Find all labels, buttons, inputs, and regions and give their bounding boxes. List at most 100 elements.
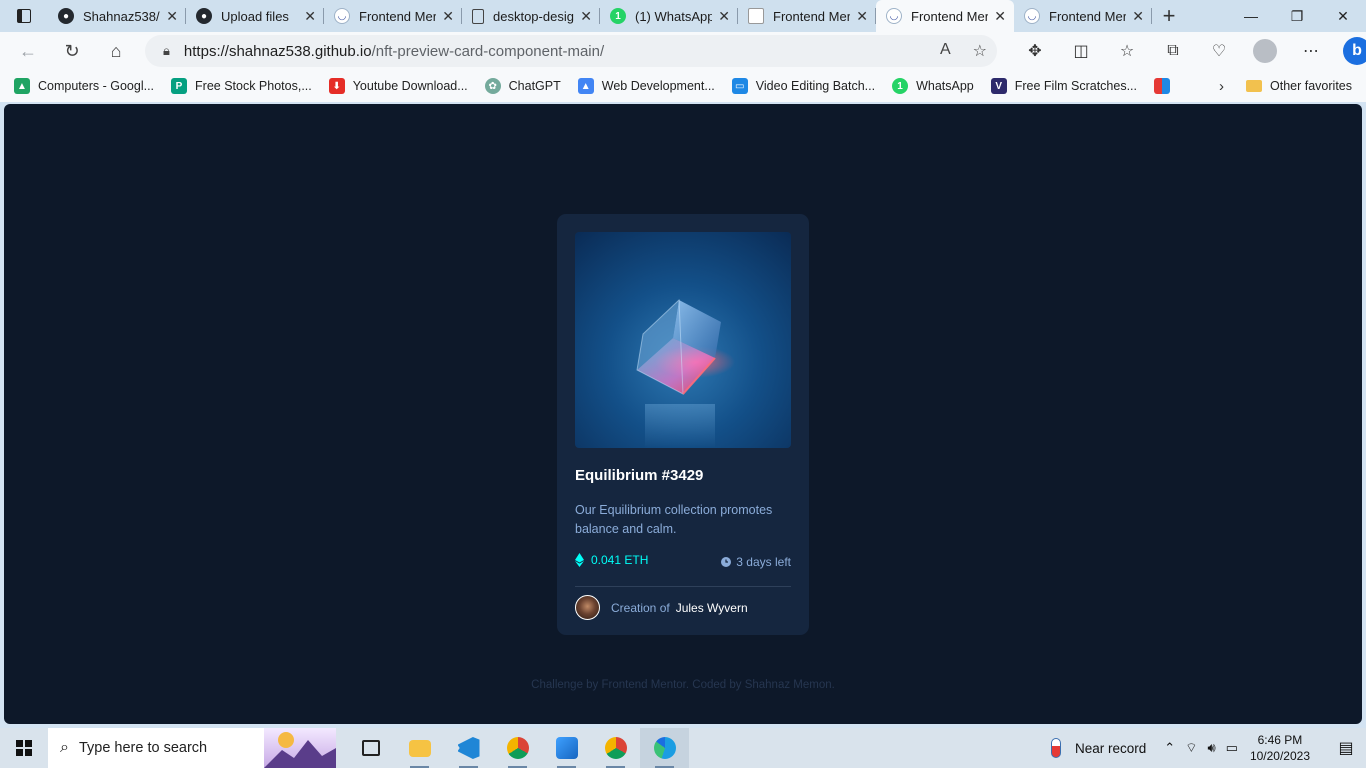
edge-button[interactable]: [640, 728, 689, 768]
back-button[interactable]: ←: [6, 32, 50, 70]
vscode-icon: [457, 737, 480, 759]
bookmark-label: Video Editing Batch...: [755, 79, 876, 93]
close-icon[interactable]: ✕: [442, 8, 454, 25]
bookmark-item[interactable]: ▲ Computers - Googl...: [14, 78, 154, 94]
taskbar-clock[interactable]: 6:46 PM 10/20/2023: [1250, 732, 1310, 764]
browser-tab[interactable]: desktop-desig ✕: [462, 0, 600, 32]
github-icon: ●: [196, 8, 212, 24]
chrome-profile-button[interactable]: [493, 728, 542, 768]
browser-tab[interactable]: ◡ Frontend Mer ✕: [1014, 0, 1152, 32]
apps-icon: [1154, 78, 1170, 94]
lock-icon[interactable]: 🔒︎: [163, 43, 170, 59]
browser-tab[interactable]: Frontend Mer ✕: [738, 0, 876, 32]
creator-avatar: [575, 595, 600, 620]
browser-tab[interactable]: 1 (1) WhatsApp ✕: [600, 0, 738, 32]
close-icon[interactable]: ✕: [580, 8, 592, 25]
restore-button[interactable]: ❐: [1274, 0, 1320, 32]
bookmark-item[interactable]: 1 WhatsApp: [892, 78, 974, 94]
collections-icon[interactable]: ⧉: [1150, 32, 1196, 70]
notifications-button[interactable]: ▤: [1326, 728, 1366, 768]
minimize-button[interactable]: —: [1228, 0, 1274, 32]
browser-tab[interactable]: ● Shahnaz538/n ✕: [48, 0, 186, 32]
search-placeholder: Type here to search: [78, 740, 208, 756]
bookmark-label: Web Development...: [601, 79, 715, 93]
browser-tab[interactable]: ● Upload files ✕: [186, 0, 324, 32]
creator-name-link[interactable]: Jules Wyvern: [676, 601, 748, 615]
refresh-button[interactable]: ↻: [50, 32, 94, 70]
tab-title: Upload files: [221, 8, 289, 24]
chevron-right-icon[interactable]: ›: [1219, 78, 1224, 95]
task-view-icon: [361, 740, 380, 756]
home-button[interactable]: ⌂: [94, 32, 138, 70]
nft-title[interactable]: Equilibrium #3429: [575, 467, 791, 484]
bookmark-item[interactable]: ✿ ChatGPT: [484, 78, 561, 94]
close-icon[interactable]: ✕: [718, 8, 730, 25]
paint-app-button[interactable]: [542, 728, 591, 768]
tab-title: Frontend Mer: [359, 8, 437, 24]
tab-actions-button[interactable]: [0, 0, 48, 32]
system-tray: Near record ⌃ ⌔ 🔊︎ ▭ 6:46 PM 10/20/2023 …: [1051, 728, 1366, 768]
bookmark-item[interactable]: V Free Film Scratches...: [990, 78, 1137, 94]
download-icon: ⬇: [328, 78, 345, 94]
read-aloud-icon[interactable]: A: [940, 41, 951, 61]
bookmark-item[interactable]: ▲ Web Development...: [577, 78, 715, 94]
tray-icons: ⌃ ⌔ 🔊︎ ▭: [1164, 740, 1238, 756]
nft-time-left: 3 days left: [721, 555, 791, 569]
bookmark-item[interactable]: [1154, 78, 1178, 94]
close-icon[interactable]: ✕: [304, 8, 316, 25]
taskbar-search-box[interactable]: ⌕ Type here to search: [48, 728, 336, 768]
image-icon: [748, 8, 764, 24]
github-icon: ●: [58, 8, 74, 24]
favorite-star-icon[interactable]: ☆: [973, 41, 987, 61]
nft-stats: 0.041 ETH 3 days left: [575, 551, 791, 569]
thermometer-icon: [1051, 738, 1062, 758]
other-favorites-label[interactable]: Other favorites: [1270, 79, 1352, 93]
edge-icon: [653, 737, 676, 759]
battery-icon[interactable]: ▭: [1226, 740, 1238, 756]
tab-strip: ● Shahnaz538/n ✕ ● Upload files ✕ ◡ Fron…: [0, 0, 1366, 32]
browser-essentials-icon[interactable]: ♡: [1196, 32, 1242, 70]
nft-image[interactable]: [575, 232, 791, 448]
new-tab-button[interactable]: +: [1152, 0, 1186, 32]
tab-title: desktop-desig: [493, 8, 574, 24]
more-menu-icon[interactable]: ⋯: [1288, 32, 1334, 70]
folder-icon: [408, 739, 431, 757]
close-icon[interactable]: ✕: [166, 8, 178, 25]
frontend-mentor-icon: ◡: [1024, 8, 1040, 24]
chevron-up-icon[interactable]: ⌃: [1164, 740, 1175, 756]
bookmark-item[interactable]: ▭ Video Editing Batch...: [731, 78, 876, 94]
browser-tab[interactable]: ◡ Frontend Mer ✕: [324, 0, 462, 32]
home-icon: ⌂: [110, 40, 122, 61]
tab-title: Shahnaz538/n: [83, 8, 161, 24]
bookmark-label: Free Stock Photos,...: [195, 79, 312, 93]
bing-copilot-button[interactable]: b: [1334, 32, 1366, 70]
network-icon[interactable]: ⌔: [1185, 740, 1197, 756]
bookmark-item[interactable]: P Free Stock Photos,...: [171, 78, 312, 94]
tab-title: Frontend Mer: [911, 8, 989, 24]
chrome-button[interactable]: [591, 728, 640, 768]
close-icon[interactable]: ✕: [994, 8, 1006, 25]
search-icon: ⌕: [60, 739, 69, 756]
search-highlight-image[interactable]: [264, 728, 336, 768]
favorites-icon[interactable]: ☆: [1104, 32, 1150, 70]
close-icon[interactable]: ✕: [856, 8, 868, 25]
bookmark-item[interactable]: ⬇ Youtube Download...: [328, 78, 468, 94]
weather-widget[interactable]: Near record: [1051, 738, 1146, 758]
pexels-icon: P: [171, 78, 188, 94]
whatsapp-icon: 1: [610, 8, 626, 24]
volume-icon[interactable]: 🔊︎: [1207, 740, 1215, 756]
video-icon: ▭: [731, 78, 748, 94]
file-explorer-button[interactable]: [395, 728, 444, 768]
start-button[interactable]: [0, 728, 48, 768]
browser-tab-active[interactable]: ◡ Frontend Mer ✕: [876, 0, 1014, 32]
address-bar[interactable]: 🔒︎ https://shahnaz538.github.io/nft-prev…: [145, 35, 997, 67]
task-view-button[interactable]: [346, 728, 395, 768]
vscode-button[interactable]: [444, 728, 493, 768]
extensions-icon[interactable]: ✥: [1012, 32, 1058, 70]
split-screen-icon[interactable]: ◫: [1058, 32, 1104, 70]
close-window-button[interactable]: ✕: [1320, 0, 1366, 32]
close-icon[interactable]: ✕: [1132, 8, 1144, 25]
bookmark-label: WhatsApp: [916, 79, 974, 93]
profile-avatar[interactable]: [1242, 32, 1288, 70]
windows-taskbar: ⌕ Type here to search Near record ⌃ ⌔ 🔊︎…: [0, 728, 1366, 768]
